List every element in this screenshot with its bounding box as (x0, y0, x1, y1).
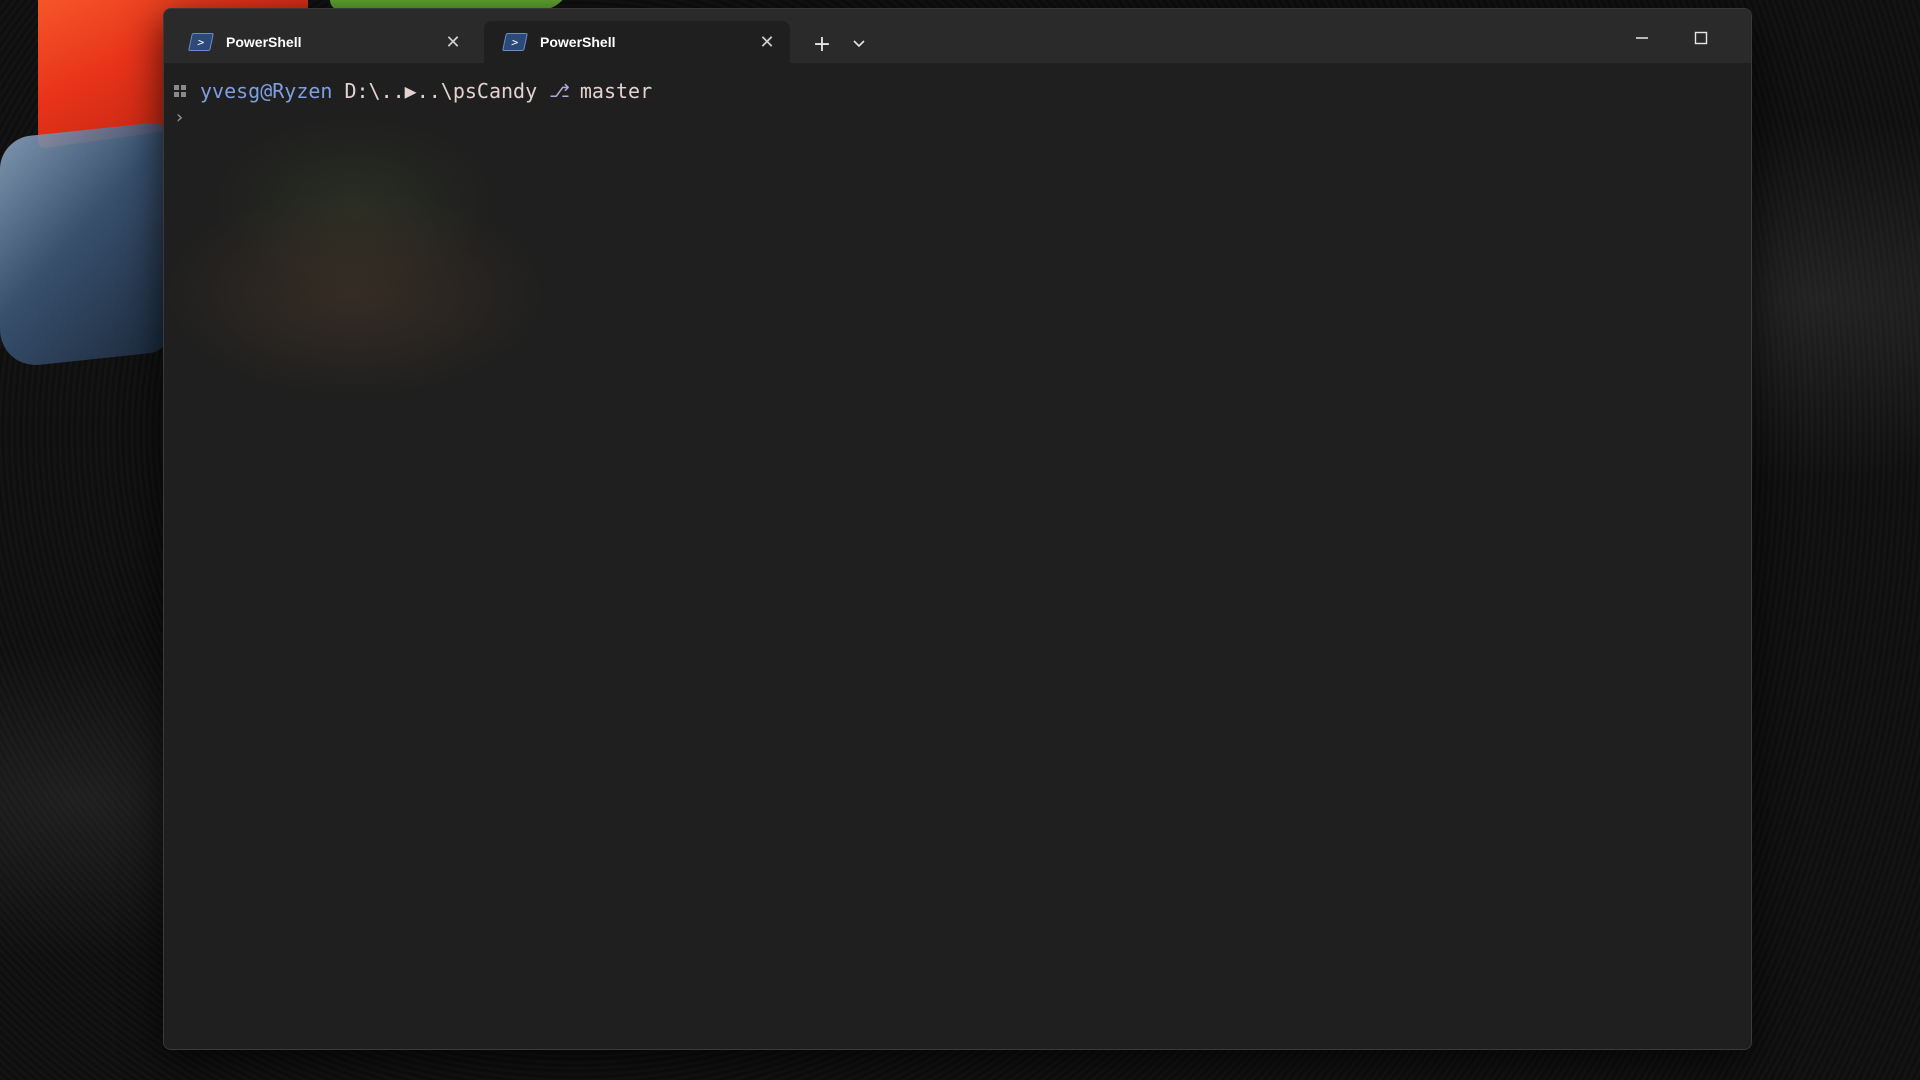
git-branch-icon: ⎇ (549, 80, 570, 102)
maximize-icon (1694, 31, 1708, 45)
chevron-down-icon (853, 40, 865, 48)
close-tab-icon[interactable]: ✕ (442, 31, 464, 53)
windows-icon (174, 85, 186, 97)
minimize-button[interactable] (1622, 23, 1662, 53)
tab-powershell-1[interactable]: > PowerShell ✕ (170, 21, 476, 63)
tab-powershell-2[interactable]: > PowerShell ✕ (484, 21, 790, 63)
wallpaper-logo-blue-pane (0, 121, 170, 369)
powershell-icon: > (502, 33, 528, 51)
close-icon (1751, 30, 1752, 46)
maximize-button[interactable] (1681, 23, 1721, 53)
prompt-path: D:\..▶..\psCandy (344, 79, 538, 103)
terminal-window: > PowerShell ✕ > PowerShell ✕ + yvesg@Ry… (163, 8, 1752, 1050)
prompt-git-branch: master (579, 79, 653, 103)
tab-title: PowerShell (226, 34, 302, 50)
minimize-icon (1636, 37, 1648, 39)
prompt-line: yvesg@Ryzen D:\..▶..\psCandy ⎇ master (174, 79, 652, 103)
terminal-output[interactable]: yvesg@Ryzen D:\..▶..\psCandy ⎇ master › (164, 63, 1751, 1049)
tab-title: PowerShell (540, 34, 616, 50)
close-tab-icon[interactable]: ✕ (756, 31, 778, 53)
new-tab-button[interactable]: + (809, 31, 835, 57)
close-window-button[interactable] (1739, 23, 1752, 53)
input-prompt-caret: › (174, 107, 185, 128)
prompt-user-host: yvesg@Ryzen (200, 79, 333, 103)
tab-dropdown-button[interactable] (848, 33, 870, 55)
powershell-icon: > (188, 33, 214, 51)
title-bar[interactable]: > PowerShell ✕ > PowerShell ✕ + (164, 9, 1751, 63)
